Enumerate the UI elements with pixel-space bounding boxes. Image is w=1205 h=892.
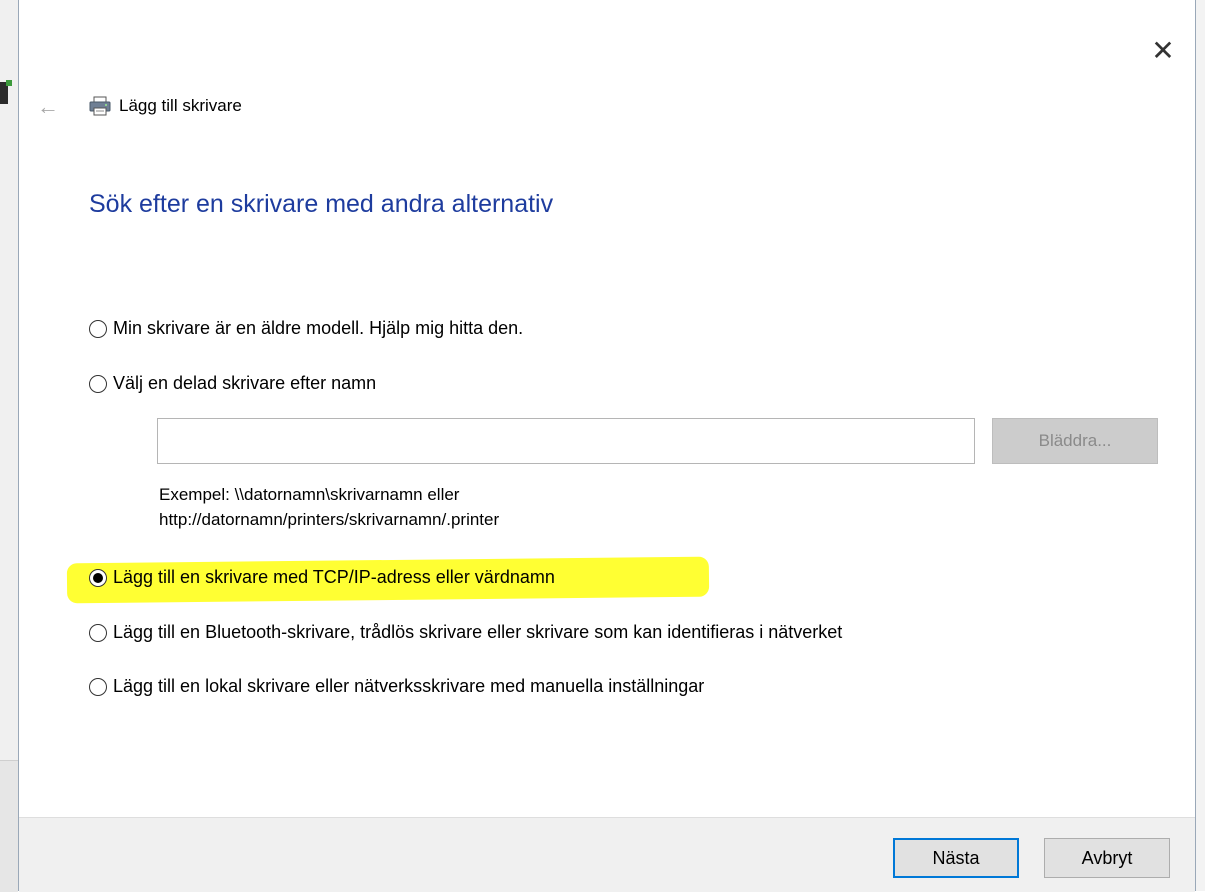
- radio-button[interactable]: [89, 374, 107, 393]
- browse-button[interactable]: Bläddra...: [992, 418, 1158, 464]
- printer-icon: [89, 96, 111, 116]
- radio-button[interactable]: [89, 319, 107, 338]
- background-status-icon: [6, 80, 12, 86]
- option-bluetooth-wireless-printer[interactable]: Lägg till en Bluetooth-skrivare, trådlös…: [89, 622, 842, 643]
- radio-button[interactable]: [89, 677, 107, 696]
- option-tcp-ip-printer[interactable]: Lägg till en skrivare med TCP/IP-adress …: [89, 567, 555, 588]
- option-label: Lägg till en skrivare med TCP/IP-adress …: [113, 567, 555, 587]
- window-title: Lägg till skrivare: [119, 96, 242, 115]
- shared-printer-name-input[interactable]: [157, 418, 975, 464]
- example-text: Exempel: \\datornamn\skrivarnamn eller h…: [159, 482, 499, 532]
- option-label: Min skrivare är en äldre modell. Hjälp m…: [113, 318, 524, 338]
- cancel-button[interactable]: Avbryt: [1044, 838, 1170, 878]
- example-line-1: Exempel: \\datornamn\skrivarnamn eller: [159, 485, 460, 504]
- page-title: Sök efter en skrivare med andra alternat…: [89, 190, 554, 218]
- back-arrow-icon[interactable]: ←: [33, 92, 63, 122]
- radio-button[interactable]: [89, 623, 107, 642]
- example-line-2: http://datornamn/printers/skrivarnamn/.p…: [159, 510, 500, 529]
- background-desktop: [0, 0, 18, 892]
- next-button[interactable]: Nästa: [893, 838, 1019, 878]
- background-panel: [0, 760, 18, 892]
- window-header: Lägg till skrivare: [89, 96, 242, 116]
- close-icon[interactable]: ✕: [1145, 32, 1181, 68]
- option-label: Välj en delad skrivare efter namn: [113, 373, 377, 393]
- option-local-network-printer[interactable]: Lägg till en lokal skrivare eller nätver…: [89, 676, 704, 697]
- option-label: Lägg till en lokal skrivare eller nätver…: [113, 676, 705, 696]
- radio-button-selected[interactable]: [89, 568, 107, 587]
- background-right-edge: [1196, 0, 1205, 891]
- add-printer-dialog: ✕ ← Lägg till skrivare Sök efter en skri…: [18, 0, 1196, 892]
- option-older-printer[interactable]: Min skrivare är en äldre modell. Hjälp m…: [89, 318, 523, 339]
- option-shared-printer[interactable]: Välj en delad skrivare efter namn: [89, 373, 376, 394]
- option-label: Lägg till en Bluetooth-skrivare, trådlös…: [113, 622, 843, 642]
- dialog-footer: Nästa Avbryt: [19, 817, 1195, 892]
